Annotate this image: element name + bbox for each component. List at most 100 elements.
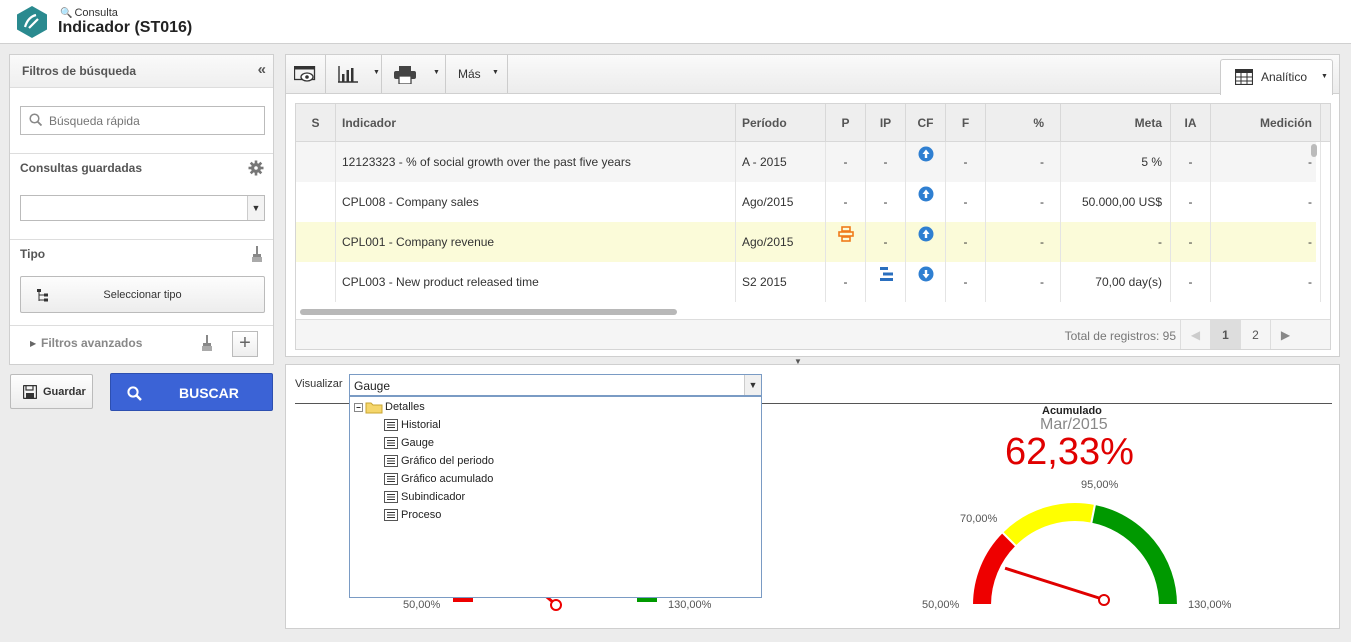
list-item-icon — [384, 473, 398, 485]
app-header: 🔍 Consulta Indicador (ST016) — [0, 0, 1351, 44]
grid-cell-f: - — [946, 142, 986, 182]
search-icon — [127, 386, 142, 401]
expand-triangle-icon[interactable]: ▶ — [30, 339, 36, 348]
add-filter-button[interactable]: + — [232, 331, 258, 357]
column-header[interactable]: P — [826, 104, 866, 142]
grid-cell-ia: - — [1171, 222, 1211, 262]
grid-cell-s — [296, 262, 336, 302]
list-item-icon — [384, 419, 398, 431]
table-row[interactable]: CPL003 - New product released time S2 201… — [296, 262, 1321, 302]
quick-search-input[interactable] — [49, 111, 249, 131]
table-grid-icon — [1235, 69, 1253, 85]
gauge-pivot — [550, 599, 562, 611]
column-header[interactable]: Medición — [1211, 104, 1321, 142]
grid-cell-ia: - — [1171, 182, 1211, 222]
tree-root-detalles[interactable]: Detalles — [354, 399, 474, 415]
visualize-select[interactable]: Gauge ▼ — [349, 374, 762, 396]
grid-cell-periodo: Ago/2015 — [736, 182, 826, 222]
grid-cell-ip: - — [866, 182, 906, 222]
table-row[interactable]: 12123323 - % of social growth over the p… — [296, 142, 1321, 182]
view-mode-tab[interactable]: Analítico ▼ — [1220, 59, 1333, 95]
grid-cell-ip: - — [866, 142, 906, 182]
table-row[interactable]: CPL008 - Company sales Ago/2015- - - -50.000… — [296, 182, 1321, 222]
caret-down-icon: ▼ — [1321, 73, 1328, 80]
visualize-option[interactable]: Gráfico acumulado — [384, 471, 544, 487]
gauge-min-label: 50,00% — [403, 599, 441, 611]
list-item-icon — [384, 491, 398, 503]
chevron-down-icon[interactable]: ▼ — [744, 375, 761, 395]
page-button[interactable]: 1 — [1210, 320, 1240, 349]
gauge-max-label: 130,00% — [668, 599, 712, 611]
caret-down-icon: ▼ — [373, 69, 380, 76]
column-header[interactable]: Indicador — [336, 104, 736, 142]
visualize-option[interactable]: Proceso — [384, 507, 544, 523]
table-row[interactable]: CPL001 - Company revenue Ago/2015- - - - - - — [296, 222, 1321, 262]
list-item-icon — [384, 455, 398, 467]
gauge-value: 62,33% — [1005, 431, 1134, 473]
grid-cell-meta: - — [1061, 222, 1171, 262]
search-button[interactable]: BUSCAR — [110, 373, 273, 411]
visualization-panel: Visualizar Gauge ▼ Detalles Historial Gau… — [285, 364, 1340, 629]
grid-cell-cf — [906, 222, 946, 262]
visualize-option[interactable]: Historial — [384, 417, 544, 433]
next-page-button[interactable]: ▶ — [1270, 320, 1300, 349]
search-icon — [29, 113, 42, 126]
prev-page-button[interactable]: ◀ — [1180, 320, 1210, 349]
visualize-option[interactable]: Gráfico del periodo — [384, 453, 544, 469]
print-button[interactable]: ▼ — [382, 55, 446, 93]
breadcrumb[interactable]: 🔍 Consulta — [60, 7, 118, 19]
grid-cell-cf — [906, 142, 946, 182]
grid-cell-p: - — [826, 142, 866, 182]
grid-cell-medicion: - — [1211, 142, 1321, 182]
column-header[interactable]: IP — [866, 104, 906, 142]
saved-queries-select[interactable]: ▼ — [20, 195, 265, 221]
column-header[interactable]: CF — [906, 104, 946, 142]
more-menu-button[interactable]: Más ▼ — [446, 55, 508, 93]
grid-cell-periodo: Ago/2015 — [736, 222, 826, 262]
type-label: Tipo — [20, 247, 46, 261]
chevron-down-icon[interactable]: ▼ — [247, 196, 264, 220]
visualize-option[interactable]: Gauge — [384, 435, 544, 451]
column-header[interactable]: % — [986, 104, 1061, 142]
grid-cell-indicador: CPL003 - New product released time — [336, 262, 736, 302]
chart-button[interactable]: ▼ — [326, 55, 382, 93]
select-type-button[interactable]: Seleccionar tipo — [20, 276, 265, 313]
column-header[interactable]: Meta — [1061, 104, 1171, 142]
filters-title: Filtros de búsqueda — [22, 64, 137, 78]
column-header[interactable]: Período — [736, 104, 826, 142]
grid-footer: Total de registros: 95 ◀ 1 2 ▶ — [296, 319, 1330, 349]
visualize-option[interactable]: Subindicador — [384, 489, 544, 505]
gauge-segment-mid — [1000, 501, 1097, 548]
gauge-chart — [970, 501, 1180, 606]
gear-icon[interactable] — [248, 160, 264, 176]
vertical-scrollbar[interactable] — [1311, 144, 1317, 157]
broom-clear-icon[interactable] — [251, 246, 263, 262]
collapse-panel-icon[interactable]: « — [258, 61, 267, 78]
page-button[interactable]: 2 — [1240, 320, 1270, 349]
horizontal-scrollbar[interactable] — [300, 309, 677, 315]
gauge-needle — [1004, 566, 1100, 600]
filters-header: Filtros de búsqueda « — [10, 55, 273, 88]
column-header[interactable]: IA — [1171, 104, 1211, 142]
column-header[interactable]: F — [946, 104, 986, 142]
arrow-up-circle-icon — [918, 146, 933, 162]
grid-cell-cf — [906, 262, 946, 302]
results-panel: ▼ ▼ Más ▼ Analítico ▼ S Indicador Períod… — [285, 54, 1340, 357]
grid-cell-meta: 5 % — [1061, 142, 1171, 182]
grid-cell-medicion: - — [1211, 182, 1321, 222]
grid-cell-s — [296, 142, 336, 182]
visualize-label: Visualizar — [295, 378, 343, 390]
grid-cell-p: - — [826, 262, 866, 302]
advanced-filters-toggle[interactable]: Filtros avanzados — [41, 336, 142, 350]
total-records: Total de registros: 95 — [1064, 329, 1176, 343]
saved-queries-label: Consultas guardadas — [20, 161, 143, 175]
arrow-up-circle-icon — [918, 186, 933, 202]
broom-clear-icon[interactable] — [201, 335, 213, 351]
list-item-icon — [384, 509, 398, 521]
column-header[interactable]: S — [296, 104, 336, 142]
save-button[interactable]: Guardar — [10, 374, 93, 409]
view-button[interactable] — [286, 55, 326, 93]
quick-search-field[interactable] — [20, 106, 265, 135]
grid-cell-medicion: - — [1211, 222, 1321, 262]
grid-cell-ia: - — [1171, 142, 1211, 182]
